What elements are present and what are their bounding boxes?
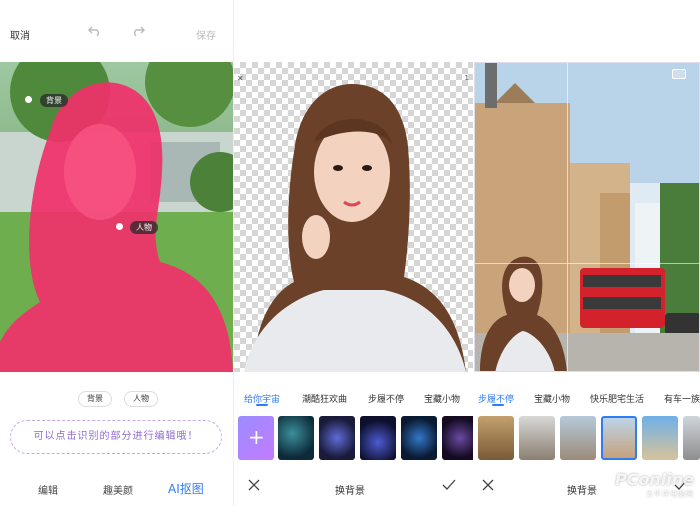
watermark-sub: 太平洋电脑网 [646,490,694,498]
editor-bottom-tabs: 编辑 趣美颜 AI抠图 [0,476,233,502]
background-tag[interactable]: 背景 [40,94,68,107]
category-tab[interactable]: 有车一族 [664,392,700,405]
background-thumb[interactable] [442,416,473,460]
background-thumb[interactable] [478,416,514,460]
category-tab[interactable]: 潮酷狂欢曲 [302,392,347,405]
cutout-preview-panel: ✕ 1 给你宇宙 潮酷狂欢曲 步履不停 宝藏小物 + 换背景 [233,0,473,506]
category-tab[interactable]: 快乐肥宅生活 [590,392,644,405]
category-tab[interactable]: 宝藏小物 [534,392,570,405]
selected-category-indicator [492,404,504,406]
person-chip[interactable]: 人物 [124,391,158,407]
save-button[interactable]: 保存 [196,27,216,42]
background-thumb[interactable] [642,416,678,460]
category-tab[interactable]: 步履不停 [368,392,404,405]
guide-line [567,63,568,371]
category-tab[interactable]: 宝藏小物 [424,392,460,405]
background-thumb-selected[interactable] [601,416,637,460]
category-tabs: 步履不停 宝藏小物 快乐肥宅生活 有车一族 [474,389,700,409]
selected-category-indicator [256,404,268,406]
add-background-button[interactable]: + [238,416,274,460]
cutout-person-image [244,84,466,372]
background-thumb[interactable] [683,416,700,460]
tab-ai-cutout[interactable]: AI抠图 [168,480,204,497]
redo-icon[interactable] [131,25,145,40]
plus-icon: + [248,425,265,449]
replace-background-title: 换背景 [567,486,597,497]
confirm-icon[interactable] [442,479,456,494]
cutout-canvas[interactable]: ✕ 1 [234,62,473,372]
replace-background-title: 换背景 [335,486,365,497]
close-corner-icon[interactable]: ✕ [237,74,244,83]
category-tabs: 给你宇宙 潮酷狂欢曲 步履不停 宝藏小物 [234,389,473,409]
background-chip[interactable]: 背景 [78,391,112,407]
editor-top-bar: 取消 保存 [0,22,233,46]
background-marker-dot[interactable] [25,96,32,103]
tab-beauty[interactable]: 趣美颜 [103,482,133,497]
background-thumb[interactable] [360,416,396,460]
background-thumb[interactable] [560,416,596,460]
segmented-photo-image [0,62,233,372]
background-thumb[interactable] [278,416,314,460]
close-icon[interactable] [248,479,260,494]
compare-icon[interactable] [672,69,686,79]
background-thumb[interactable] [319,416,355,460]
hint-bubble: 可以点击识别的部分进行编辑哦！ [10,420,222,454]
page-marker-icon: 1 [464,74,469,82]
background-thumb[interactable] [519,416,555,460]
watermark: PConline 太平洋电脑网 [615,470,694,499]
undo-icon[interactable] [88,25,102,40]
cancel-button[interactable]: 取消 [10,27,30,42]
person-tag[interactable]: 人物 [130,221,158,234]
tab-edit[interactable]: 编辑 [38,482,58,497]
background-thumb[interactable] [401,416,437,460]
replaced-background-panel: 步履不停 宝藏小物 快乐肥宅生活 有车一族 换背景 [474,0,700,506]
person-marker-dot[interactable] [116,223,123,230]
guide-line [475,263,699,264]
composited-photo[interactable] [474,62,700,372]
background-action-bar: 换背景 [234,476,473,502]
segmented-photo[interactable]: 背景 人物 [0,62,233,372]
segmentation-editor-panel: 取消 保存 背景 人物 背景 人物 可以点击识别的部分进行编辑哦！ 编辑 趣美颜… [0,0,233,506]
city-background-image [475,63,699,371]
close-icon[interactable] [482,479,494,494]
watermark-brand: PConline [614,470,694,489]
